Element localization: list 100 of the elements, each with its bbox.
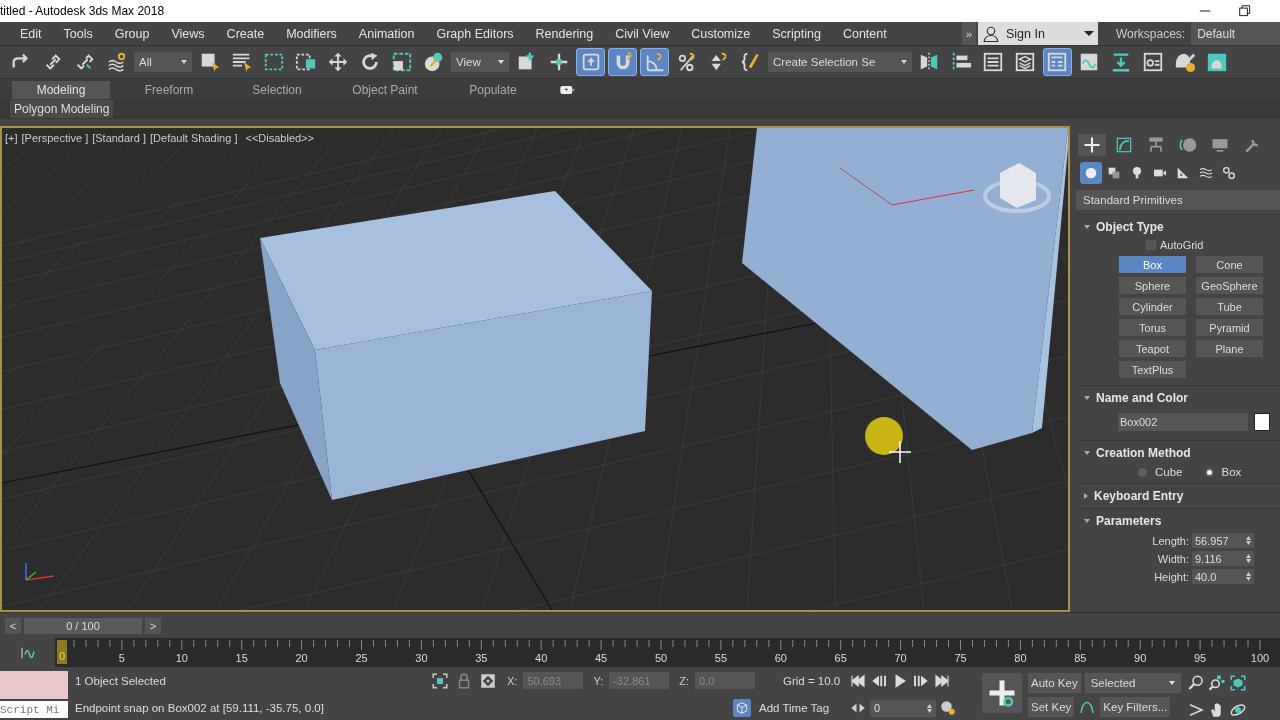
toolbar-button[interactable] — [1042, 48, 1072, 76]
ribbon-tab[interactable]: Freeform — [120, 81, 218, 99]
menu-item[interactable]: Content — [842, 26, 887, 41]
menu-item[interactable]: Customize — [691, 26, 751, 41]
radio-button[interactable] — [1138, 467, 1147, 477]
parameter-spinner[interactable]: 9.116 — [1192, 551, 1254, 566]
menu-item[interactable]: Create — [226, 26, 265, 41]
rollout-title[interactable]: Name and Color — [1096, 391, 1188, 405]
primitive-button[interactable]: GeoSphere — [1196, 277, 1263, 294]
window-settings-icon — [1142, 51, 1165, 73]
toolbar-dropdown[interactable]: All — [134, 52, 192, 72]
sign-in-dropdown[interactable]: Sign In — [978, 22, 1098, 45]
ribbon-panel-title[interactable]: Polygon Modeling — [10, 100, 114, 118]
command-panel-tab[interactable] — [1078, 134, 1106, 156]
key-filters-button[interactable]: Key Filters... — [1100, 696, 1171, 717]
zoom-all-icon — [1207, 674, 1226, 692]
primitive-button[interactable]: Torus — [1119, 319, 1186, 336]
auto-key-button[interactable]: Auto Key — [1028, 672, 1081, 693]
menu-item[interactable]: Edit — [20, 26, 42, 41]
spinner-arrows-icon[interactable] — [1246, 536, 1251, 545]
previous-frame-button[interactable]: < — [5, 617, 21, 634]
time-configuration-icon — [939, 699, 957, 718]
isolate-selection-icon — [431, 671, 449, 690]
collapse-arrow-icon[interactable] — [1084, 451, 1090, 455]
curve-edit-icon — [1114, 135, 1134, 155]
toolbar-dropdown[interactable]: Create Selection Se — [768, 52, 912, 72]
viewport-menu-label[interactable]: [+] — [5, 132, 18, 144]
primitive-button[interactable]: Pyramid — [1196, 319, 1263, 336]
set-keys-button[interactable] — [982, 673, 1022, 713]
zoom-extents-icon — [1228, 674, 1247, 692]
primitive-button[interactable]: Teapot — [1119, 340, 1186, 357]
radio-button[interactable] — [1204, 467, 1214, 477]
category-dropdown[interactable]: Standard Primitives — [1076, 190, 1280, 210]
ribbon-tab[interactable]: Modeling — [12, 81, 110, 99]
next-frame-button[interactable]: > — [145, 617, 161, 634]
parameter-spinner[interactable]: 56.957 — [1192, 533, 1254, 548]
color-swatch[interactable] — [1254, 413, 1270, 431]
primitive-button[interactable]: Box — [1119, 256, 1186, 273]
teapot-window-icon — [1206, 51, 1229, 73]
menu-item[interactable]: Rendering — [535, 26, 594, 41]
frame-number: 35 — [475, 652, 488, 664]
frame-number: 25 — [355, 652, 368, 664]
coordinate-label: X: — [507, 674, 518, 687]
frame-number: 55 — [714, 652, 728, 664]
spinner-arrows-icon[interactable] — [1246, 554, 1251, 563]
frame-number: 75 — [954, 652, 967, 664]
object-name-field[interactable]: Box002 — [1118, 413, 1248, 431]
menu-item[interactable]: Scripting — [772, 26, 821, 41]
primitive-button[interactable]: Cone — [1196, 256, 1263, 273]
workspace-dropdown[interactable]: Default — [1191, 22, 1280, 45]
wave-link-icon — [105, 51, 128, 73]
time-slider-thumb[interactable]: 0 / 100 — [24, 617, 142, 634]
ribbon-tab[interactable]: Populate — [444, 81, 542, 99]
toolbar-dropdown[interactable]: View — [451, 52, 509, 72]
rollout-title[interactable]: Keyboard Entry — [1094, 489, 1184, 503]
set-key-button[interactable]: Set Key — [1028, 696, 1075, 717]
frame-number: 100 — [1250, 652, 1270, 664]
ribbon-tab[interactable]: Selection — [228, 81, 326, 99]
frame-number: 90 — [1134, 652, 1147, 664]
spinner-arrows-icon[interactable] — [1246, 572, 1251, 581]
current-frame-marker[interactable]: 0 — [57, 640, 67, 664]
frame-number: 80 — [1014, 652, 1027, 664]
current-frame-field[interactable]: 0 — [870, 699, 936, 717]
ribbon-tab[interactable]: Object Paint — [336, 81, 434, 99]
frame-number: 45 — [594, 652, 608, 664]
axis-tripod-icon — [25, 562, 55, 581]
primitive-button[interactable]: Tube — [1196, 298, 1263, 315]
rollout-title[interactable]: Creation Method — [1096, 446, 1191, 460]
menu-item[interactable]: Graph Editors — [436, 26, 514, 41]
category-button[interactable] — [1080, 162, 1102, 184]
spinner-arrows-icon[interactable] — [927, 703, 932, 713]
rollout-title[interactable]: Parameters — [1096, 514, 1162, 528]
user-icon — [982, 24, 1000, 43]
expand-arrow-icon[interactable] — [1084, 493, 1088, 499]
parameter-spinner[interactable]: 40.0 — [1192, 569, 1254, 584]
script-listener-input[interactable]: Script Mi — [0, 701, 68, 718]
menu-item[interactable]: Tools — [63, 26, 93, 41]
primitive-button[interactable]: TextPlus — [1119, 361, 1186, 378]
collapse-arrow-icon[interactable] — [1084, 519, 1090, 523]
collapse-arrow-icon[interactable] — [1084, 396, 1090, 400]
viewport-menu-label[interactable]: [Perspective ] — [21, 132, 89, 144]
key-mode-dropdown[interactable]: Selected — [1084, 672, 1181, 693]
primitive-button[interactable]: Sphere — [1119, 277, 1186, 294]
add-time-tag-button[interactable]: Add Time Tag — [733, 699, 849, 718]
placement-icon — [422, 51, 445, 73]
menu-overflow[interactable]: » — [962, 22, 976, 45]
menu-item[interactable]: Animation — [358, 26, 415, 41]
viewport-menu-label[interactable]: [Default Shading ] — [150, 132, 238, 144]
primitive-button[interactable]: Cylinder — [1119, 298, 1186, 315]
viewport-menu-label[interactable]: <<Disabled>> — [245, 132, 314, 144]
menu-item[interactable]: Group — [114, 26, 150, 41]
hierarchy-icon — [1146, 135, 1166, 155]
menu-item[interactable]: Views — [171, 26, 205, 41]
scale-icon — [390, 51, 413, 73]
primitive-button[interactable]: Plane — [1196, 340, 1263, 357]
collapse-arrow-icon[interactable] — [1084, 225, 1090, 229]
menu-item[interactable]: Modifiers — [286, 26, 337, 41]
rollout-title[interactable]: Object Type — [1096, 220, 1164, 234]
menu-item[interactable]: Civil View — [615, 26, 670, 41]
viewport-menu-label[interactable]: [Standard ] — [92, 132, 146, 144]
